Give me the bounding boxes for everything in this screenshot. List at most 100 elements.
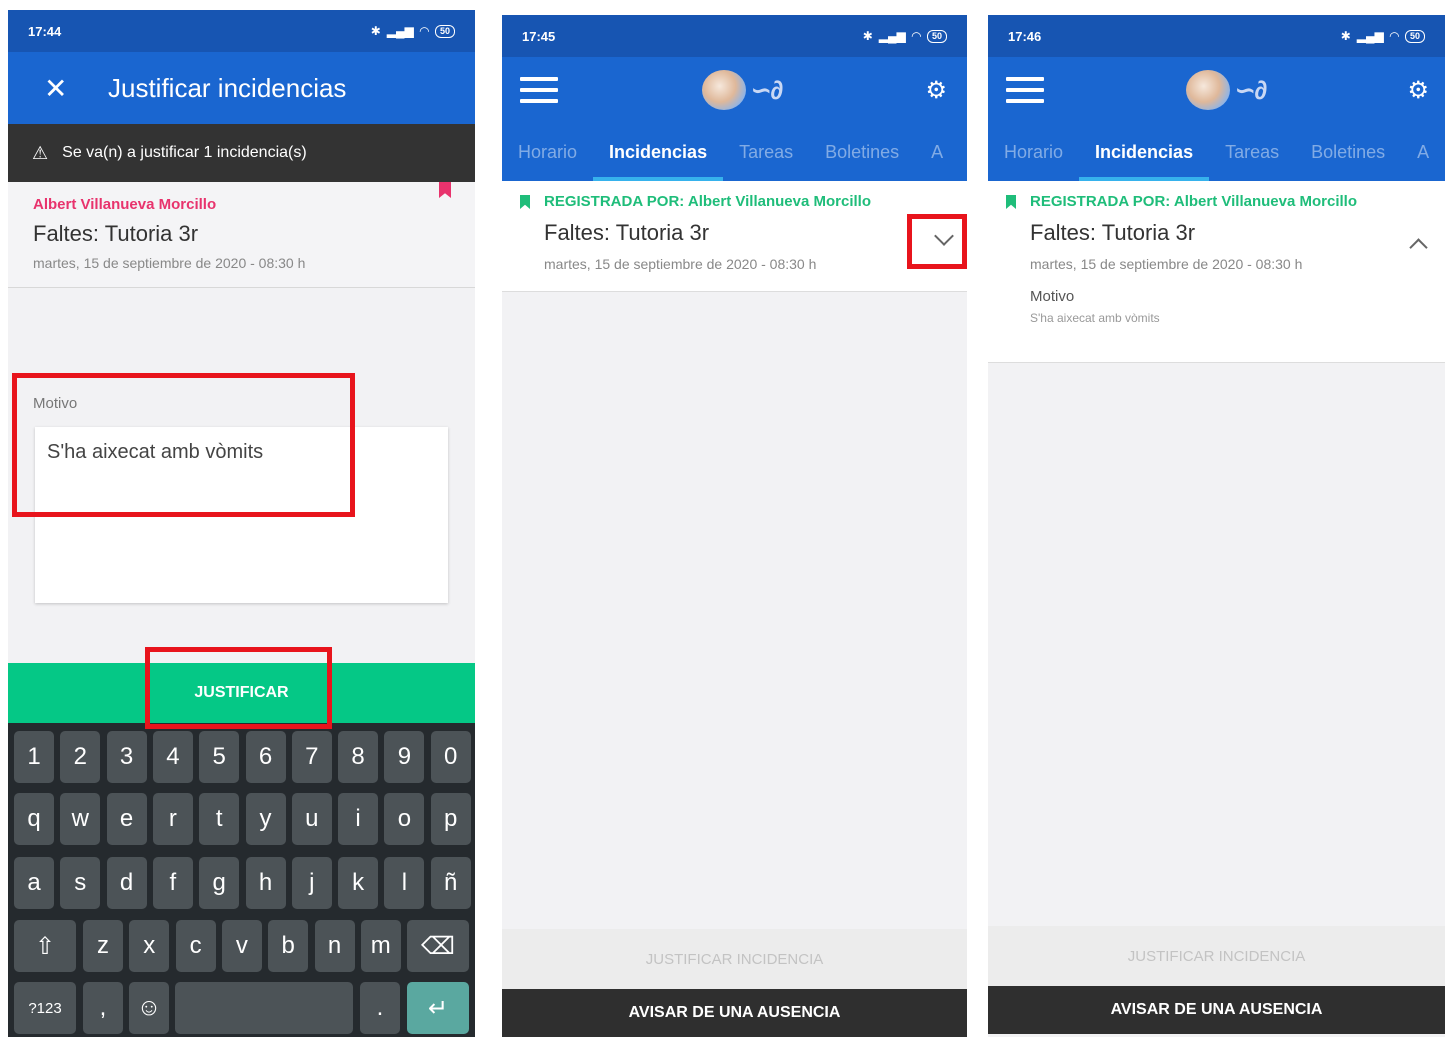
incident-card[interactable]: REGISTRADA POR: Albert Villanueva Morcil… — [988, 181, 1445, 363]
avisar-ausencia-button[interactable]: AVISAR DE UNA AUSENCIA — [988, 986, 1445, 1034]
key-i[interactable]: i — [338, 793, 379, 845]
enter-key[interactable]: ↵ — [407, 982, 469, 1034]
wifi-icon: ◠ — [911, 29, 921, 43]
status-icons: ✱ ▂▄▆ ◠ 50 — [371, 24, 455, 38]
tab-boletines[interactable]: Boletines — [825, 123, 899, 181]
key-e[interactable]: e — [106, 793, 147, 845]
incident-date: martes, 15 de septiembre de 2020 - 08:30… — [1030, 256, 1303, 272]
tab-incidencias[interactable]: Incidencias — [593, 123, 724, 181]
key-v[interactable]: v — [221, 920, 262, 972]
key-ñ[interactable]: ñ — [430, 857, 471, 909]
key-3[interactable]: 3 — [106, 731, 147, 783]
key-o[interactable]: o — [384, 793, 425, 845]
tab-more[interactable]: A — [1417, 123, 1429, 181]
space-key[interactable] — [175, 982, 353, 1034]
menu-icon[interactable] — [1006, 70, 1044, 110]
key-h[interactable]: h — [245, 857, 286, 909]
key-l[interactable]: l — [384, 857, 425, 909]
close-icon[interactable]: ✕ — [44, 72, 84, 105]
screen-incidencias-expanded: 17:46 ✱ ▂▄▆ ◠ 50 ∽∂ ⚙ Horario Incidencia… — [988, 15, 1445, 1037]
tab-tareas[interactable]: Tareas — [739, 123, 793, 181]
signal-icon: ▂▄▆ — [878, 29, 906, 43]
status-bar: 17:45 ✱ ▂▄▆ ◠ 50 — [502, 15, 967, 57]
period-key[interactable]: . — [360, 982, 400, 1034]
avatar — [702, 70, 747, 110]
status-bar: 17:46 ✱ ▂▄▆ ◠ 50 — [988, 15, 1445, 57]
justificar-incidencia-label: JUSTIFICAR INCIDENCIA — [645, 950, 824, 968]
key-1[interactable]: 1 — [14, 731, 54, 783]
tab-more[interactable]: A — [931, 123, 943, 181]
signal-icon: ▂▄▆ — [386, 24, 414, 38]
key-8[interactable]: 8 — [338, 731, 379, 783]
keyboard: 1 2 3 4 5 6 7 8 9 0 q w e r t y u i o p a s d f g h j k l ñ ⇧ z x c v b n m ⌫?… — [8, 723, 475, 1037]
justificar-incidencia-label: JUSTIFICAR INCIDENCIA — [1127, 947, 1306, 965]
incident-title: Faltes: Tutoria 3r — [33, 221, 199, 246]
bluetooth-icon: ✱ — [862, 29, 873, 43]
key-f[interactable]: f — [152, 857, 193, 909]
battery-icon: 50 — [434, 24, 455, 38]
tab-horario[interactable]: Horario — [518, 123, 577, 181]
logo-mark: ∽∂ — [1234, 74, 1267, 105]
key-s[interactable]: s — [60, 857, 101, 909]
bluetooth-icon: ✱ — [370, 24, 381, 38]
screen-justificar: 17:44 ✱ ▂▄▆ ◠ 50 ✕ Justificar incidencia… — [8, 10, 475, 1037]
key-p[interactable]: p — [430, 793, 471, 845]
justificar-incidencia-button[interactable]: JUSTIFICAR INCIDENCIA — [502, 929, 967, 989]
key-t[interactable]: t — [199, 793, 240, 845]
key-6[interactable]: 6 — [245, 731, 286, 783]
shift-key[interactable]: ⇧ — [14, 920, 76, 972]
tab-bar: Horario Incidencias Tareas Boletines A — [988, 123, 1445, 181]
tab-horario[interactable]: Horario — [1004, 123, 1063, 181]
tab-boletines[interactable]: Boletines — [1311, 123, 1385, 181]
incident-title: Faltes: Tutoria 3r — [1030, 220, 1196, 245]
status-icons: ✱ ▂▄▆ ◠ 50 — [1341, 29, 1425, 43]
key-7[interactable]: 7 — [291, 731, 332, 783]
gear-icon[interactable]: ⚙ — [1407, 76, 1429, 105]
key-a[interactable]: a — [14, 857, 54, 909]
incident-date: martes, 15 de septiembre de 2020 - 08:30… — [544, 256, 817, 272]
key-5[interactable]: 5 — [199, 731, 240, 783]
key-c[interactable]: c — [175, 920, 216, 972]
key-q[interactable]: q — [14, 793, 54, 845]
incident-summary: Albert Villanueva Morcillo Faltes: Tutor… — [8, 182, 475, 288]
key-n[interactable]: n — [314, 920, 355, 972]
key-k[interactable]: k — [338, 857, 379, 909]
key-y[interactable]: y — [245, 793, 286, 845]
status-bar: 17:44 ✱ ▂▄▆ ◠ 50 — [8, 10, 475, 52]
key-w[interactable]: w — [60, 793, 101, 845]
comma-key[interactable]: , — [83, 982, 123, 1034]
incident-title: Faltes: Tutoria 3r — [544, 220, 710, 245]
key-4[interactable]: 4 — [152, 731, 193, 783]
emoji-key[interactable]: ☺ — [129, 982, 169, 1034]
page-title: Justificar incidencias — [108, 72, 347, 103]
menu-icon[interactable] — [520, 70, 558, 110]
key-0[interactable]: 0 — [430, 731, 471, 783]
key-u[interactable]: u — [291, 793, 332, 845]
motivo-label: Motivo — [1030, 288, 1075, 305]
registered-by: REGISTRADA POR: Albert Villanueva Morcil… — [544, 193, 871, 210]
justificar-incidencia-button[interactable]: JUSTIFICAR INCIDENCIA — [988, 926, 1445, 986]
key-z[interactable]: z — [83, 920, 123, 972]
key-9[interactable]: 9 — [384, 731, 425, 783]
tab-incidencias[interactable]: Incidencias — [1079, 123, 1210, 181]
key-m[interactable]: m — [360, 920, 401, 972]
key-j[interactable]: j — [291, 857, 332, 909]
registered-by: REGISTRADA POR: Albert Villanueva Morcil… — [1030, 193, 1357, 210]
key-g[interactable]: g — [199, 857, 240, 909]
backspace-key[interactable]: ⌫ — [407, 920, 469, 972]
gear-icon[interactable]: ⚙ — [925, 76, 947, 105]
avisar-ausencia-label: AVISAR DE UNA AUSENCIA — [628, 1004, 841, 1021]
screen-incidencias-collapsed: 17:45 ✱ ▂▄▆ ◠ 50 ∽∂ ⚙ Horario Incidencia… — [502, 15, 967, 1037]
avisar-ausencia-button[interactable]: AVISAR DE UNA AUSENCIA — [502, 989, 967, 1037]
key-d[interactable]: d — [106, 857, 147, 909]
tab-bar: Horario Incidencias Tareas Boletines A — [502, 123, 967, 181]
key-x[interactable]: x — [129, 920, 170, 972]
key-r[interactable]: r — [152, 793, 193, 845]
symbols-key[interactable]: ?123 — [14, 982, 76, 1034]
info-banner: ⚠ Se va(n) a justificar 1 incidencia(s) — [8, 124, 475, 182]
avatar — [1186, 70, 1231, 110]
key-b[interactable]: b — [268, 920, 309, 972]
incident-card[interactable]: REGISTRADA POR: Albert Villanueva Morcil… — [502, 181, 967, 292]
tab-tareas[interactable]: Tareas — [1225, 123, 1279, 181]
key-2[interactable]: 2 — [60, 731, 101, 783]
